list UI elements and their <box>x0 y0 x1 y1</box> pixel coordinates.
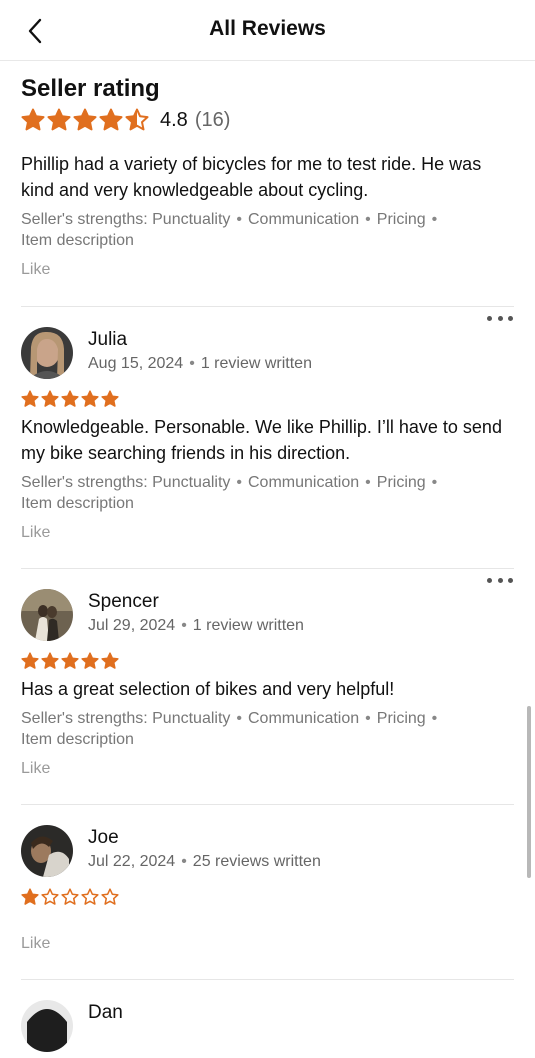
strengths-label: Seller's strengths: <box>21 474 148 491</box>
reviews-content: Seller rating 4.8 (16) Phillip had a var… <box>0 60 535 1058</box>
strength-item: Item description <box>21 232 134 249</box>
star-filled-icon <box>73 108 97 131</box>
star-filled-icon <box>101 390 119 407</box>
star-filled-icon <box>21 390 39 407</box>
reviewer-meta: Spencer Jul 29, 2024 • 1 review written <box>88 589 304 637</box>
like-button[interactable]: Like <box>21 261 50 279</box>
like-button[interactable]: Like <box>21 935 50 953</box>
strength-item: Item description <box>21 495 134 512</box>
star-filled-icon <box>61 390 79 407</box>
rating-stars <box>21 108 151 132</box>
reviewer-name[interactable]: Joe <box>88 826 321 850</box>
avatar[interactable] <box>21 327 73 379</box>
star-filled-icon <box>21 108 45 131</box>
review-stars <box>21 651 514 671</box>
avatar[interactable] <box>21 1000 73 1052</box>
reviewer-name[interactable]: Dan <box>88 1001 123 1025</box>
page-title: All Reviews <box>209 17 326 40</box>
star-filled-icon <box>101 652 119 669</box>
star-empty-icon <box>41 888 59 905</box>
star-filled-icon <box>41 390 59 407</box>
review-text: Knowledgeable. Personable. We like Phill… <box>21 417 502 463</box>
more-dot-icon <box>508 315 513 321</box>
seller-strengths: Seller's strengths: Punctuality • Communic… <box>21 474 438 512</box>
like-button[interactable]: Like <box>21 760 50 778</box>
star-filled-icon <box>61 652 79 669</box>
review-meta: Jul 29, 2024 • 1 review written <box>88 617 304 634</box>
review-stars <box>21 389 514 409</box>
reviewer-meta: Joe Jul 22, 2024 • 25 reviews written <box>88 825 321 873</box>
star-empty-icon <box>101 888 119 905</box>
strength-item: Item description <box>21 731 134 748</box>
rating-row: 4.8 (16) <box>21 105 514 135</box>
strength-item: Pricing <box>376 474 426 491</box>
reviewer-name[interactable]: Julia <box>88 328 312 352</box>
seller-rating-summary: Seller rating 4.8 (16) Phillip had a var… <box>0 60 535 279</box>
star-half-icon <box>125 108 149 131</box>
review-date: Jul 29, 2024 <box>88 617 176 634</box>
more-dot-icon <box>497 315 503 321</box>
reviews-written: 1 review written <box>200 355 312 372</box>
reviews-written: 25 reviews written <box>192 853 321 870</box>
scrollbar[interactable] <box>527 706 531 878</box>
top-bar: All Reviews <box>0 0 535 61</box>
strengths-label: Seller's strengths: <box>21 211 148 228</box>
more-dot-icon <box>508 577 513 583</box>
strength-item: Pricing <box>376 211 426 228</box>
rating-value: 4.8 <box>160 108 188 131</box>
review-item: Dan <box>0 980 535 1058</box>
strength-item: Punctuality <box>152 211 231 228</box>
summary-review-text: Phillip had a variety of bicycles for me… <box>21 154 482 200</box>
avatar[interactable] <box>21 589 73 641</box>
strength-item: Pricing <box>376 710 426 727</box>
review-stars <box>21 887 514 907</box>
review-meta: Aug 15, 2024 • 1 review written <box>88 355 312 372</box>
strength-item: Communication <box>248 474 360 491</box>
more-dot-icon <box>487 315 492 321</box>
review-text: Has a great selection of bikes and very … <box>21 679 395 699</box>
review-date: Jul 22, 2024 <box>88 853 176 870</box>
strength-item: Punctuality <box>152 474 231 491</box>
reviews-written: 1 review written <box>192 617 304 634</box>
star-filled-icon <box>81 652 99 669</box>
avatar[interactable] <box>21 825 73 877</box>
reviewer-meta: Dan <box>88 1000 123 1025</box>
star-empty-icon <box>61 888 79 905</box>
review-date: Aug 15, 2024 <box>88 355 184 372</box>
review-header: Spencer Jul 29, 2024 • 1 review written <box>21 589 514 647</box>
star-filled-icon <box>47 108 71 131</box>
rating-count: (16) <box>194 108 231 131</box>
strength-item: Punctuality <box>152 710 231 727</box>
review-item: Julia Aug 15, 2024 • 1 review written Know… <box>0 307 535 542</box>
star-empty-icon <box>81 888 99 905</box>
reviewer-name[interactable]: Spencer <box>88 590 304 614</box>
more-options-button[interactable] <box>487 311 513 325</box>
strength-item: Communication <box>248 710 360 727</box>
star-filled-icon <box>99 108 123 131</box>
like-button[interactable]: Like <box>21 524 50 542</box>
review-meta: Jul 22, 2024 • 25 reviews written <box>88 853 321 870</box>
seller-rating-heading: Seller rating <box>21 75 160 102</box>
strengths-label: Seller's strengths: <box>21 710 148 727</box>
review-header: Joe Jul 22, 2024 • 25 reviews written <box>21 825 514 883</box>
seller-strengths: Seller's strengths: Punctuality • Communic… <box>21 710 438 748</box>
more-dot-icon <box>497 577 503 583</box>
review-item: Joe Jul 22, 2024 • 25 reviews written Like <box>0 805 535 953</box>
star-filled-icon <box>81 390 99 407</box>
more-dot-icon <box>487 577 492 583</box>
more-options-button[interactable] <box>487 573 513 587</box>
review-item: Spencer Jul 29, 2024 • 1 review written Ha… <box>0 569 535 778</box>
reviewer-meta: Julia Aug 15, 2024 • 1 review written <box>88 327 312 375</box>
star-filled-icon <box>21 888 39 905</box>
star-filled-icon <box>41 652 59 669</box>
review-header: Dan <box>21 1000 514 1058</box>
review-header: Julia Aug 15, 2024 • 1 review written <box>21 327 514 385</box>
strength-item: Communication <box>248 211 360 228</box>
star-filled-icon <box>21 652 39 669</box>
seller-strengths: Seller's strengths: Punctuality • Communic… <box>21 211 438 249</box>
